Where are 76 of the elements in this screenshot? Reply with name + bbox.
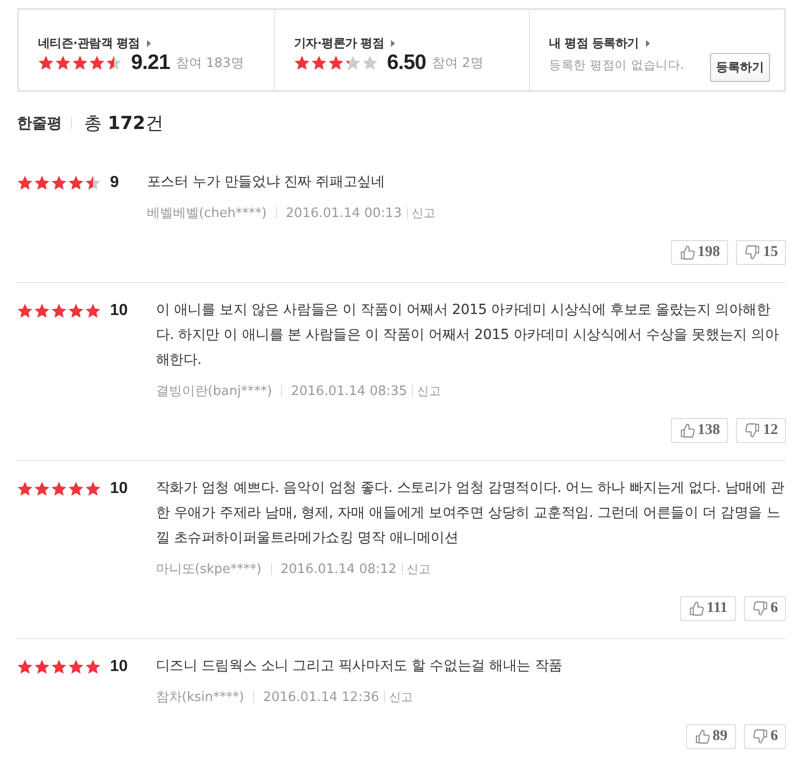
author-name: 마니또(skpe****) [156, 561, 262, 578]
star-icon [311, 55, 327, 71]
participant-count: 참여 183명 [176, 55, 244, 72]
dislike-button[interactable]: 15 [736, 240, 786, 265]
star-icon [17, 480, 33, 496]
star-icon [106, 55, 122, 71]
star-icon [34, 302, 50, 318]
like-button[interactable]: 89 [686, 724, 736, 749]
thumbs-up-icon [694, 729, 710, 744]
star-icon [38, 55, 54, 71]
author-name: 참차(ksin****) [156, 689, 244, 706]
review-score: 10 [110, 302, 128, 320]
register-button[interactable]: 등록하기 [710, 53, 770, 82]
star-icon [294, 55, 310, 71]
star-icon [51, 480, 67, 496]
caret-icon [146, 40, 151, 46]
star-icon [51, 302, 67, 318]
star-icon [55, 55, 71, 71]
review-text: 작화가 엄청 예쁘다. 음악이 엄청 좋다. 스토리가 엄청 감명적이다. 어느 하나 빠지는게 없다. 남매에 관한 우애가 주제라 남매, 형제, 자매 애들에게 보여주면 상당히 교훈적임. 그런데 어른들이 더 감명을 느낄 초슈퍼하이퍼울트라메가쇼킹 명작 애니메이션 [156, 479, 786, 548]
thumbs-up-icon [688, 601, 704, 616]
thumbs-down-icon [745, 245, 760, 260]
review-text: 디즈니 드림웍스 소니 그리고 픽사마저도 할 수없는걸 해내는 작품 [156, 657, 564, 676]
star-icon [68, 658, 84, 674]
thumbs-down-icon [752, 601, 768, 616]
caret-icon [646, 40, 650, 46]
review-score: 10 [110, 480, 128, 498]
thumbs-down-icon [752, 729, 768, 744]
like-button[interactable]: 111 [680, 596, 736, 621]
rating-title-link[interactable]: 기자·평론가 평점 [294, 34, 384, 52]
star-icon [85, 658, 101, 674]
review-date: 2016.01.14 08:35 [291, 384, 408, 398]
rating-title-link[interactable]: 네티즌·관람객 평점 [38, 34, 140, 52]
star-icon [85, 174, 101, 190]
star-icon [328, 55, 344, 71]
star-icon [345, 55, 361, 71]
thumbs-down-icon [745, 423, 760, 438]
like-button[interactable]: 138 [670, 418, 728, 443]
thumbs-up-icon [680, 423, 694, 438]
author-name: 베벨베벨(cheh****) [146, 205, 267, 222]
average-score: 6.50 [387, 51, 426, 75]
rating-title-link[interactable]: 내 평점 등록하기 [549, 34, 639, 52]
section-title: 한줄평 [17, 114, 62, 132]
like-button[interactable]: 198 [670, 240, 728, 265]
review-total-count: 총 172건 [84, 112, 164, 135]
review-text: 이 애니를 보지 않은 사람들은 이 작품이 어째서 2015 아카데미 시상식에 후보로 올랐는지 의아해한다. 하지만 이 애니를 본 사람들은 이 작품이 어째서 2015 아카데미 시상식에서 수상을 못했는지 의아해한다. [156, 301, 780, 370]
author-name: 결빙이란(banj****) [156, 383, 272, 400]
star-icon [51, 658, 67, 674]
star-icon [34, 174, 50, 190]
review-date: 2016.01.14 12:36 [263, 690, 380, 704]
thumbs-up-icon [680, 245, 694, 260]
participant-count: 참여 2명 [432, 55, 484, 72]
star-icon [34, 658, 50, 674]
average-score: 9.21 [131, 51, 170, 75]
dislike-button[interactable]: 6 [744, 596, 786, 621]
review-text: 포스터 누가 만들었냐 진짜 쥐패고싶네 [146, 173, 386, 192]
no-rating-message: 등록한 평점이 없습니다. [549, 56, 684, 74]
dislike-button[interactable]: 6 [744, 724, 786, 749]
caret-icon [391, 40, 396, 46]
star-icon [72, 55, 88, 71]
review-date: 2016.01.14 00:13 [286, 206, 402, 220]
dislike-button[interactable]: 12 [736, 418, 786, 443]
star-icon [68, 302, 84, 318]
star-icon [17, 302, 33, 318]
review-score: 10 [110, 658, 128, 676]
star-icon [17, 658, 33, 674]
star-icon [68, 480, 84, 496]
star-icon [362, 55, 378, 71]
star-icon [68, 174, 84, 190]
star-icon [85, 480, 101, 496]
star-icon [17, 174, 33, 190]
star-icon [89, 55, 105, 71]
review-score: 9 [110, 174, 119, 192]
star-icon [85, 302, 101, 318]
star-icon [51, 174, 67, 190]
review-date: 2016.01.14 08:12 [280, 562, 397, 576]
star-icon [34, 480, 50, 496]
